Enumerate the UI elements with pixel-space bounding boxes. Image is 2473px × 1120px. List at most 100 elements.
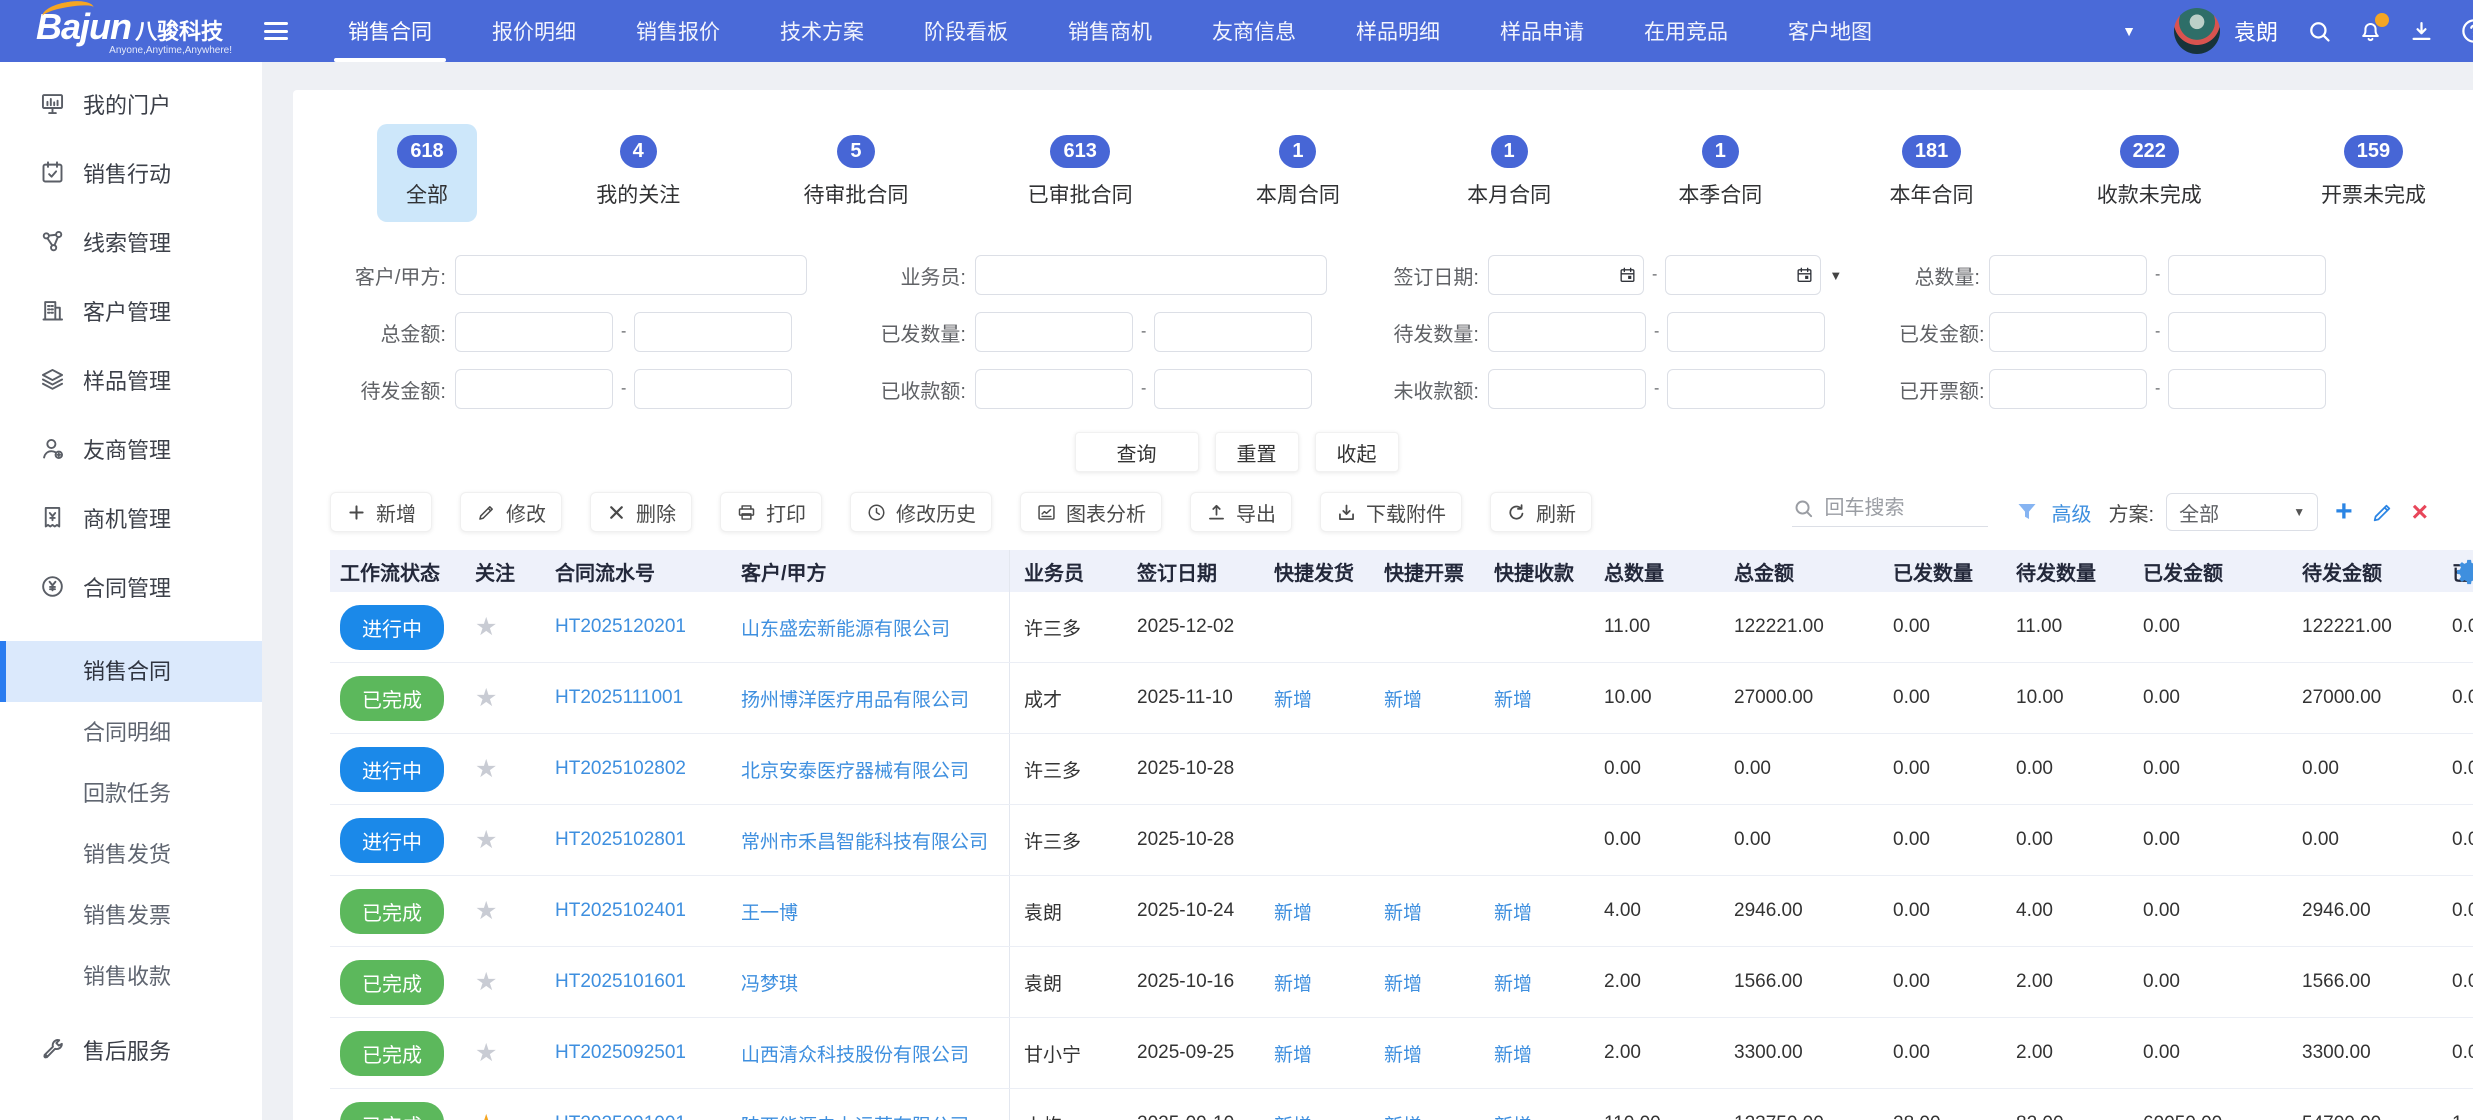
nav-tab-样品明细[interactable]: 样品明细: [1329, 0, 1467, 62]
customer-link[interactable]: 扬州博洋医疗用品有限公司: [741, 685, 969, 712]
sidebar-item-售后服务[interactable]: 售后服务: [0, 1015, 262, 1084]
stat-card-待审批合同[interactable]: 5待审批合同: [799, 124, 912, 222]
table-row[interactable]: 进行中★HT2025120201山东盛宏新能源有限公司许三多2025-12-02…: [330, 592, 2473, 663]
sidebar-item-我的门户[interactable]: 我的门户: [0, 69, 262, 138]
toolbar-button-下载附件[interactable]: 下载附件: [1320, 492, 1462, 532]
column-header-工作流状态[interactable]: 工作流状态: [330, 550, 465, 592]
filter-input[interactable]: [975, 255, 1327, 295]
column-header-总数量[interactable]: 总数量: [1594, 550, 1724, 592]
search-icon[interactable]: [2306, 18, 2333, 45]
table-row[interactable]: 已完成★HT2025102401王一博袁朗2025-10-24新增新增新增4.0…: [330, 876, 2473, 947]
sidebar-subitem-销售合同[interactable]: 销售合同: [0, 641, 262, 702]
contract-no-link[interactable]: HT2025102801: [555, 829, 686, 851]
advanced-filter-button[interactable]: 高级: [2052, 498, 2092, 527]
download-icon[interactable]: [2408, 18, 2435, 45]
toolbar-button-删除[interactable]: 删除: [590, 492, 692, 532]
quick-invoice-add-link[interactable]: 新增: [1384, 1111, 1422, 1120]
sidebar-item-商机管理[interactable]: 商机管理: [0, 483, 262, 552]
delete-scheme-button[interactable]: ×: [2412, 498, 2428, 526]
sidebar-item-样品管理[interactable]: 样品管理: [0, 345, 262, 414]
customer-link[interactable]: 常州市禾昌智能科技有限公司: [741, 827, 988, 854]
customer-link[interactable]: 山西清众科技股份有限公司: [741, 1040, 969, 1067]
toolbar-button-图表分析[interactable]: 图表分析: [1020, 492, 1162, 532]
table-row[interactable]: 已完成★HT2025101601冯梦琪袁朗2025-10-16新增新增新增2.0…: [330, 947, 2473, 1018]
nav-tab-销售合同[interactable]: 销售合同: [321, 0, 459, 62]
sidebar-item-销售行动[interactable]: 销售行动: [0, 138, 262, 207]
stat-card-开票未完成[interactable]: 159开票未完成: [2317, 124, 2430, 222]
star-icon[interactable]: ★: [475, 683, 497, 713]
quick-ship-add-link[interactable]: 新增: [1274, 1111, 1312, 1120]
nav-tab-销售商机[interactable]: 销售商机: [1041, 0, 1179, 62]
sidebar-item-客户管理[interactable]: 客户管理: [0, 276, 262, 345]
stat-card-本年合同[interactable]: 181本年合同: [1882, 124, 1982, 222]
sidebar-item-合同管理[interactable]: 合同管理: [0, 552, 262, 621]
date-to-input[interactable]: [1665, 255, 1821, 295]
stat-card-已审批合同[interactable]: 613已审批合同: [1024, 124, 1137, 222]
filter-min-input[interactable]: [975, 369, 1133, 409]
sidebar-subitem-销售收款[interactable]: 销售收款: [0, 946, 262, 1007]
toolbar-button-导出[interactable]: 导出: [1190, 492, 1292, 532]
filter-max-input[interactable]: [2168, 312, 2326, 352]
nav-tab-销售报价[interactable]: 销售报价: [609, 0, 747, 62]
nav-tab-阶段看板[interactable]: 阶段看板: [897, 0, 1035, 62]
bell-icon[interactable]: [2357, 18, 2384, 45]
contract-no-link[interactable]: HT2025092501: [555, 1042, 686, 1064]
sidebar-subitem-回款任务[interactable]: 回款任务: [0, 763, 262, 824]
search-input[interactable]: [1825, 497, 1985, 520]
filter-max-input[interactable]: [1667, 369, 1825, 409]
star-icon[interactable]: ★: [475, 1109, 497, 1120]
star-icon[interactable]: ★: [475, 1038, 497, 1068]
column-header-客户/甲方[interactable]: 客户/甲方: [731, 550, 1009, 592]
toolbar-button-修改[interactable]: 修改: [460, 492, 562, 532]
star-icon[interactable]: ★: [475, 967, 497, 997]
sidebar-subitem-合同明细[interactable]: 合同明细: [0, 702, 262, 763]
contract-no-link[interactable]: HT2025120201: [555, 616, 686, 638]
customer-link[interactable]: 山东盛宏新能源有限公司: [741, 614, 950, 641]
menu-toggle-icon[interactable]: [264, 22, 288, 40]
sidebar-subitem-销售发票[interactable]: 销售发票: [0, 885, 262, 946]
contract-no-link[interactable]: HT2025102802: [555, 758, 686, 780]
quick-ship-add-link[interactable]: 新增: [1274, 685, 1312, 712]
column-header-快捷发货[interactable]: 快捷发货: [1264, 550, 1374, 592]
column-header-业务员[interactable]: 业务员: [1009, 550, 1127, 592]
scheme-select[interactable]: 全部 ▼: [2166, 493, 2318, 531]
customer-link[interactable]: 冯梦琪: [741, 969, 798, 996]
column-header-合同流水号[interactable]: 合同流水号: [545, 550, 731, 592]
filter-max-input[interactable]: [1154, 312, 1312, 352]
column-header-已发数量[interactable]: 已发数量: [1883, 550, 2006, 592]
filter-min-input[interactable]: [1488, 369, 1646, 409]
nav-tab-友商信息[interactable]: 友商信息: [1185, 0, 1323, 62]
column-settings-gear-icon[interactable]: [2455, 557, 2473, 587]
customer-link[interactable]: 王一博: [741, 898, 798, 925]
help-icon[interactable]: [2459, 16, 2473, 46]
filter-max-input[interactable]: [2168, 255, 2326, 295]
edit-scheme-button[interactable]: [2370, 500, 2395, 525]
sidebar-item-友商管理[interactable]: 友商管理: [0, 414, 262, 483]
nav-tab-在用竞品[interactable]: 在用竞品: [1617, 0, 1755, 62]
quick-receipt-add-link[interactable]: 新增: [1494, 898, 1532, 925]
sidebar-item-线索管理[interactable]: 线索管理: [0, 207, 262, 276]
filter-max-input[interactable]: [1667, 312, 1825, 352]
reset-button[interactable]: 重置: [1215, 432, 1299, 472]
filter-max-input[interactable]: [1154, 369, 1312, 409]
filter-max-input[interactable]: [2168, 369, 2326, 409]
table-row[interactable]: 已完成★HT2025111001扬州博洋医疗用品有限公司成才2025-11-10…: [330, 663, 2473, 734]
table-row[interactable]: 已完成★HT2025092501山西清众科技股份有限公司甘小宁2025-09-2…: [330, 1018, 2473, 1089]
column-header-快捷收款[interactable]: 快捷收款: [1484, 550, 1594, 592]
star-icon[interactable]: ★: [475, 825, 497, 855]
filter-min-input[interactable]: [1488, 312, 1646, 352]
stat-card-本季合同[interactable]: 1本季合同: [1670, 124, 1770, 222]
quick-ship-add-link[interactable]: 新增: [1274, 1040, 1312, 1067]
column-header-快捷开票[interactable]: 快捷开票: [1374, 550, 1484, 592]
star-icon[interactable]: ★: [475, 612, 497, 642]
column-header-待发数量[interactable]: 待发数量: [2006, 550, 2133, 592]
toolbar-button-修改历史[interactable]: 修改历史: [850, 492, 992, 532]
customer-link[interactable]: 北京安泰医疗器械有限公司: [741, 756, 969, 783]
quick-invoice-add-link[interactable]: 新增: [1384, 1040, 1422, 1067]
toolbar-button-打印[interactable]: 打印: [720, 492, 822, 532]
nav-tab-客户地图[interactable]: 客户地图: [1761, 0, 1899, 62]
nav-tab-样品申请[interactable]: 样品申请: [1473, 0, 1611, 62]
toolbar-button-刷新[interactable]: 刷新: [1490, 492, 1592, 532]
star-icon[interactable]: ★: [475, 754, 497, 784]
filter-min-input[interactable]: [455, 369, 613, 409]
